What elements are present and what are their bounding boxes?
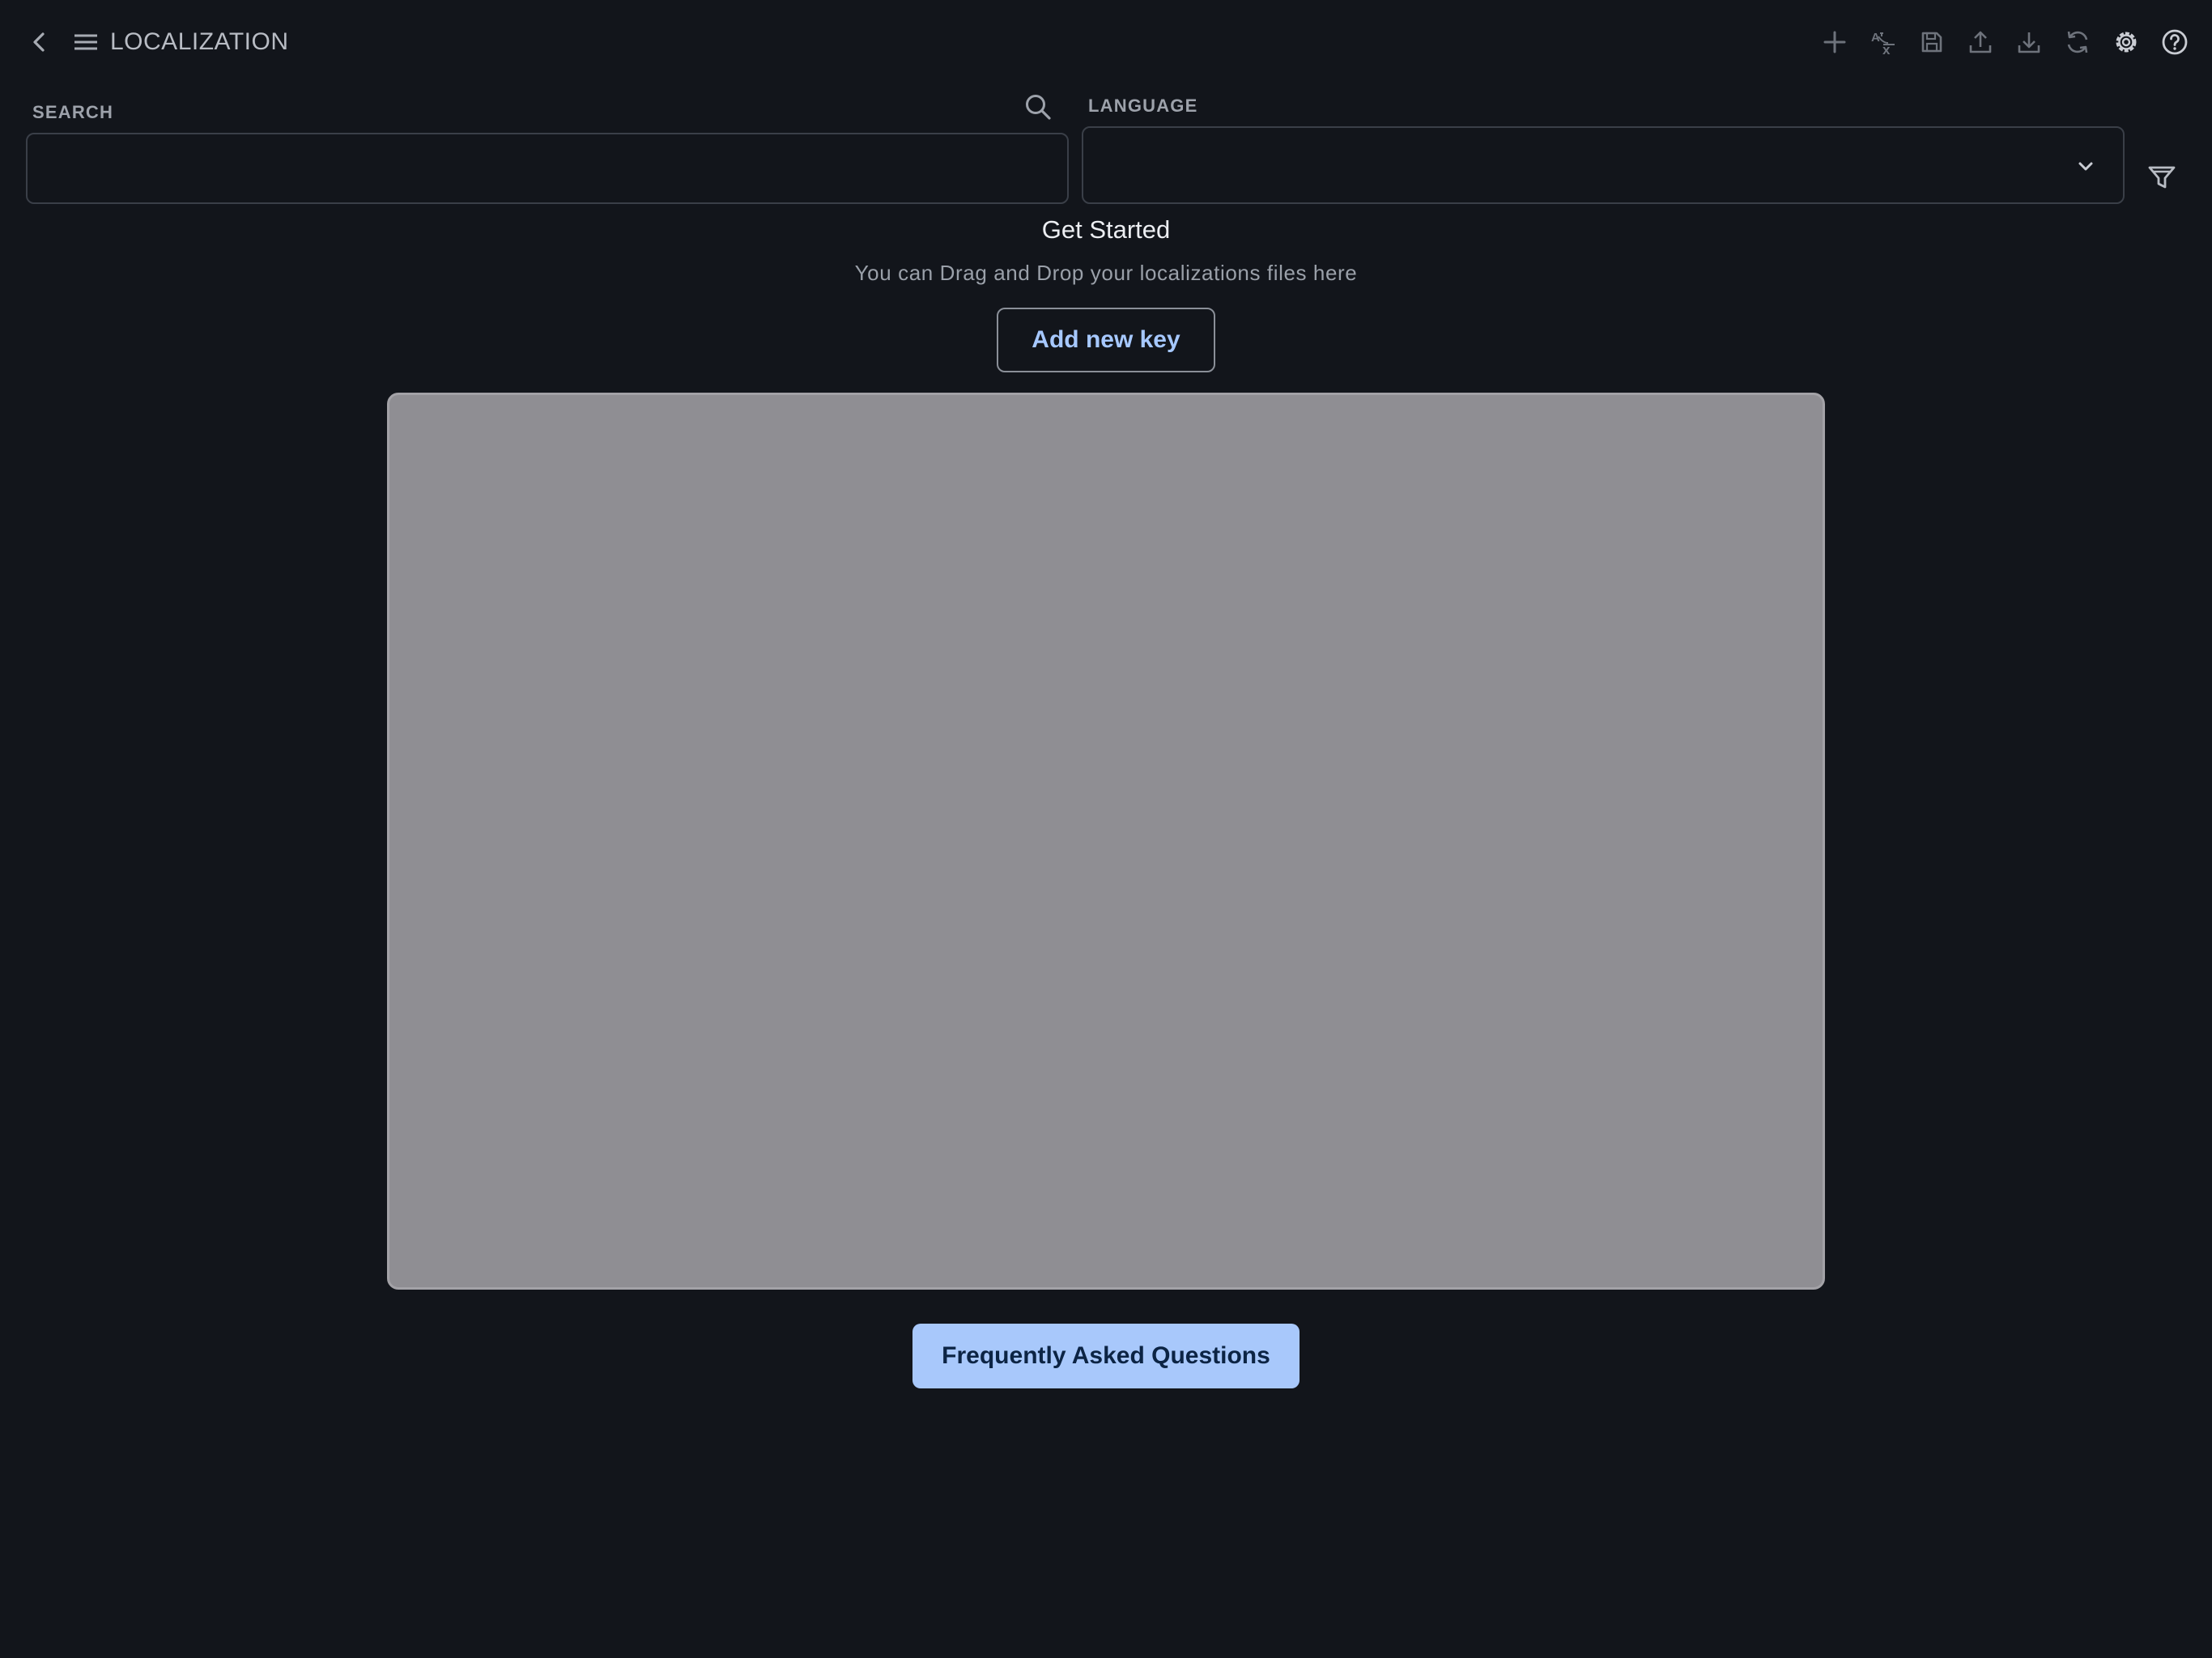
translate-icon: A x: [1871, 31, 1895, 56]
language-select[interactable]: [1082, 126, 2125, 204]
sync-button[interactable]: [2057, 19, 2099, 65]
settings-icon: [2116, 32, 2137, 53]
download-button[interactable]: [2008, 19, 2050, 65]
search-input[interactable]: [28, 134, 1067, 202]
search-label: SEARCH: [32, 102, 114, 122]
filter-button[interactable]: [2144, 159, 2180, 198]
upload-button[interactable]: [1959, 19, 2001, 65]
help-icon: [2162, 29, 2188, 55]
search-icon: [1026, 95, 1051, 120]
language-label: LANGUAGE: [1088, 96, 1198, 116]
page-title: LOCALIZATION: [110, 28, 289, 55]
back-button[interactable]: [23, 24, 55, 60]
save-icon: [1921, 32, 1942, 53]
chevron-left-icon: [33, 32, 45, 52]
hamburger-menu-icon: [74, 34, 97, 50]
add-new-key-button[interactable]: Add new key: [997, 308, 1215, 372]
search-field: [26, 133, 1069, 204]
search-button[interactable]: [1022, 91, 1054, 123]
settings-button[interactable]: [2105, 19, 2147, 65]
add-icon: [1823, 31, 1846, 53]
help-button[interactable]: [2154, 19, 2196, 65]
download-icon: [2018, 32, 2040, 53]
sync-icon: [2067, 31, 2088, 53]
empty-state-heading: Get Started: [1041, 215, 1171, 244]
filter-icon: [2148, 166, 2176, 189]
media-placeholder: [387, 393, 1825, 1290]
translate-button[interactable]: A x: [1862, 19, 1904, 65]
add-button[interactable]: [1814, 19, 1856, 65]
faq-button[interactable]: Frequently Asked Questions: [912, 1324, 1300, 1388]
menu-button[interactable]: [70, 24, 102, 60]
save-button[interactable]: [1911, 19, 1953, 65]
chevron-down-icon: [2074, 155, 2097, 178]
upload-icon: [1969, 31, 1992, 53]
drag-drop-hint: You can Drag and Drop your localizations…: [854, 261, 1358, 285]
